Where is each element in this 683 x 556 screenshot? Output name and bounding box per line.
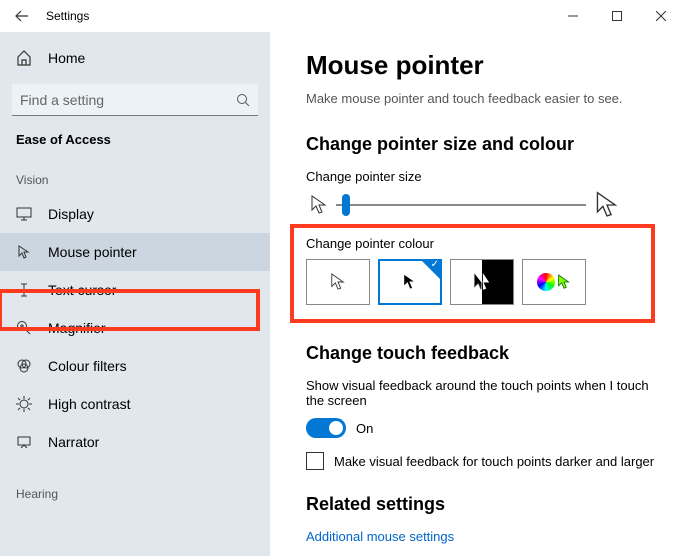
cursor-small-icon: [310, 194, 328, 216]
narrator-icon: [16, 434, 32, 450]
page-title: Mouse pointer: [306, 50, 659, 81]
page-desc: Make mouse pointer and touch feedback ea…: [306, 91, 659, 106]
checkbox-label: Make visual feedback for touch points da…: [334, 454, 654, 469]
colour-filters-icon: [16, 358, 32, 374]
colour-custom[interactable]: [522, 259, 586, 305]
maximize-button[interactable]: [595, 0, 639, 32]
section-size-colour: Change pointer size and colour: [306, 134, 659, 155]
nav-colour-filters[interactable]: Colour filters: [0, 347, 270, 385]
highlight-main: Change pointer colour: [290, 224, 655, 323]
nav-text-cursor[interactable]: Text cursor: [0, 271, 270, 309]
colour-white[interactable]: [306, 259, 370, 305]
additional-mouse-link[interactable]: Additional mouse settings: [306, 529, 659, 544]
main-panel: Mouse pointer Make mouse pointer and tou…: [270, 32, 683, 556]
colour-wheel-icon: [537, 273, 555, 291]
sidebar: Home Ease of Access Vision Display Mouse…: [0, 32, 270, 556]
nav-label: Colour filters: [48, 358, 127, 374]
home-label: Home: [48, 50, 85, 66]
high-contrast-icon: [16, 396, 32, 412]
nav-mouse-pointer[interactable]: Mouse pointer: [0, 233, 270, 271]
titlebar: Settings: [0, 0, 683, 32]
pointer-size-slider[interactable]: [336, 193, 586, 217]
nav-label: Magnifier: [48, 320, 106, 336]
text-cursor-icon: [16, 282, 32, 298]
colour-label: Change pointer colour: [306, 236, 639, 251]
nav-narrator[interactable]: Narrator: [0, 423, 270, 461]
display-icon: [16, 206, 32, 222]
home-icon: [16, 50, 32, 66]
category-label: Ease of Access: [16, 132, 258, 147]
nav-label: Text cursor: [48, 282, 116, 298]
darker-larger-checkbox[interactable]: [306, 452, 324, 470]
toggle-state: On: [356, 421, 373, 436]
nav-label: High contrast: [48, 396, 130, 412]
home-nav[interactable]: Home: [12, 40, 258, 76]
search-box[interactable]: [12, 84, 258, 116]
close-button[interactable]: [639, 0, 683, 32]
colour-black[interactable]: [378, 259, 442, 305]
search-icon: [236, 93, 250, 107]
nav-label: Narrator: [48, 434, 99, 450]
magnifier-icon: [16, 320, 32, 336]
touch-desc: Show visual feedback around the touch po…: [306, 378, 659, 408]
colour-inverted[interactable]: [450, 259, 514, 305]
window-title: Settings: [46, 9, 89, 23]
minimize-button[interactable]: [551, 0, 595, 32]
section-touch: Change touch feedback: [306, 343, 659, 364]
nav-display[interactable]: Display: [0, 195, 270, 233]
back-button[interactable]: [14, 8, 30, 24]
search-input[interactable]: [20, 92, 236, 108]
size-label: Change pointer size: [306, 169, 659, 184]
touch-feedback-toggle[interactable]: [306, 418, 346, 438]
group-hearing: Hearing: [16, 487, 258, 501]
mouse-pointer-icon: [16, 244, 32, 260]
cursor-large-icon: [594, 190, 620, 220]
nav-magnifier[interactable]: Magnifier: [0, 309, 270, 347]
nav-label: Display: [48, 206, 94, 222]
nav-high-contrast[interactable]: High contrast: [0, 385, 270, 423]
related-settings: Related settings: [306, 494, 659, 515]
group-vision: Vision: [16, 173, 258, 187]
nav-label: Mouse pointer: [48, 244, 137, 260]
